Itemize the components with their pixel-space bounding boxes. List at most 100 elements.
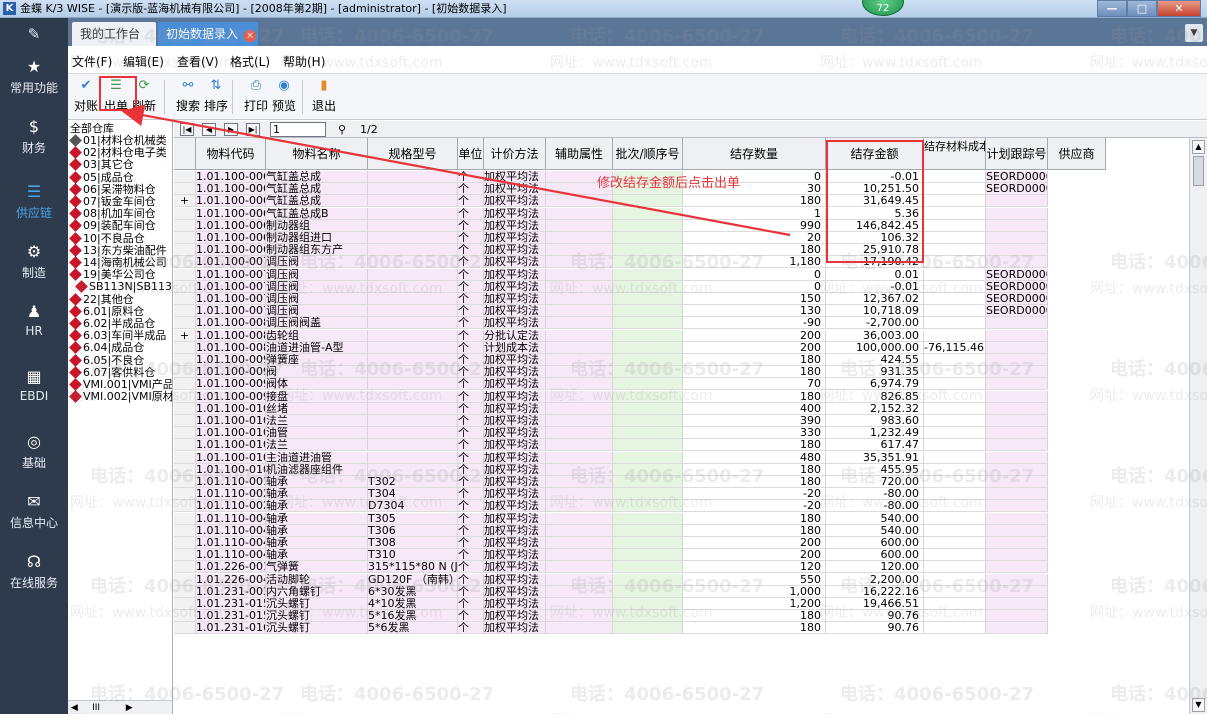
- grid-cell[interactable]: [613, 268, 683, 281]
- grid-cell[interactable]: T308: [368, 537, 458, 549]
- column-header[interactable]: 规格型号: [368, 138, 458, 170]
- grid-cell[interactable]: 沉头螺钉: [266, 610, 368, 623]
- grid-cell[interactable]: [986, 219, 1048, 232]
- grid-cell[interactable]: 1,232.49: [826, 427, 924, 440]
- grid-cell[interactable]: [613, 317, 683, 330]
- grid-cell[interactable]: -2,700.00: [826, 317, 924, 330]
- grid-cell[interactable]: 个: [458, 354, 484, 366]
- grid-cell[interactable]: [924, 378, 986, 391]
- grid-cell[interactable]: [986, 341, 1048, 354]
- grid-cell[interactable]: [368, 366, 458, 379]
- grid-cell[interactable]: 机油滤器座组件: [266, 463, 368, 476]
- grid-cell[interactable]: [546, 415, 613, 427]
- grid-cell[interactable]: 826.85: [826, 390, 924, 403]
- grid-cell[interactable]: [986, 317, 1048, 330]
- grid-cell[interactable]: 个: [458, 390, 484, 403]
- grid-cell[interactable]: [546, 573, 613, 586]
- grid-cell[interactable]: 阀: [266, 366, 368, 379]
- grid-cell[interactable]: 个: [458, 207, 484, 220]
- grid-cell[interactable]: [924, 293, 986, 305]
- grid-cell[interactable]: 制动器组: [266, 219, 368, 232]
- grid-cell[interactable]: [546, 354, 613, 366]
- grid-cell[interactable]: [613, 219, 683, 232]
- grid-cell[interactable]: [986, 232, 1048, 244]
- tree-node[interactable]: 03|其它仓: [68, 158, 134, 172]
- grid-cell[interactable]: [924, 317, 986, 330]
- grid-cell[interactable]: 10,718.09: [826, 305, 924, 318]
- nav-item-8[interactable]: ☊ 在线服务: [0, 553, 68, 613]
- nav-item-1[interactable]: $ 财务: [0, 118, 68, 178]
- grid-cell[interactable]: 5*16发黑: [368, 610, 458, 623]
- grid-cell[interactable]: 主油道进油管: [266, 451, 368, 464]
- grid-cell[interactable]: [986, 439, 1048, 452]
- grid-cell[interactable]: 0.01: [826, 268, 924, 281]
- grid-cell[interactable]: 1,000: [683, 585, 826, 598]
- grid-cell[interactable]: [924, 622, 986, 635]
- grid-cell[interactable]: [986, 451, 1048, 464]
- grid-cell[interactable]: [546, 537, 613, 549]
- grid-cell[interactable]: [546, 268, 613, 281]
- grid-cell[interactable]: [924, 402, 986, 415]
- grid-cell[interactable]: 加权平均法: [484, 171, 546, 183]
- tree-node[interactable]: SB113N|SB113: [74, 280, 172, 294]
- grid-cell[interactable]: [368, 219, 458, 232]
- grid-cell[interactable]: 气缸盖总成: [266, 183, 368, 196]
- grid-cell[interactable]: 455.95: [826, 463, 924, 476]
- grid-cell[interactable]: 200: [683, 537, 826, 549]
- grid-cell[interactable]: 内六角螺钉: [266, 585, 368, 598]
- grid-cell[interactable]: 1,200: [683, 598, 826, 610]
- tree-node[interactable]: 09|装配车间仓: [68, 219, 156, 233]
- grid-cell[interactable]: 12,367.02: [826, 293, 924, 305]
- grid-cell[interactable]: 120.00: [826, 561, 924, 574]
- grid-cell[interactable]: 个: [458, 463, 484, 476]
- grid-cell[interactable]: [368, 354, 458, 366]
- grid-cell[interactable]: 120: [683, 561, 826, 574]
- grid-cell[interactable]: 法兰: [266, 415, 368, 427]
- grid-cell[interactable]: [613, 366, 683, 379]
- grid-cell[interactable]: [546, 500, 613, 513]
- grid-cell[interactable]: 轴承: [266, 512, 368, 525]
- grid-cell[interactable]: [613, 402, 683, 415]
- grid-cell[interactable]: [546, 476, 613, 488]
- grid-cell[interactable]: [546, 610, 613, 623]
- toolbar-button-4[interactable]: ⇅ 排序: [202, 77, 230, 117]
- grid-cell[interactable]: [613, 463, 683, 476]
- grid-cell[interactable]: [546, 598, 613, 610]
- grid-cell[interactable]: 2,152.32: [826, 402, 924, 415]
- grid-cell[interactable]: [924, 549, 986, 562]
- grid-cell[interactable]: [546, 427, 613, 440]
- grid-cell[interactable]: 400: [683, 402, 826, 415]
- grid-cell[interactable]: 1: [683, 207, 826, 220]
- grid-cell[interactable]: [613, 585, 683, 598]
- grid-cell[interactable]: [613, 232, 683, 244]
- grid-cell[interactable]: 丝堵: [266, 402, 368, 415]
- grid-cell[interactable]: [613, 256, 683, 269]
- grid-cell[interactable]: 180: [683, 195, 826, 208]
- grid-cell[interactable]: [546, 402, 613, 415]
- grid-cell[interactable]: 983.60: [826, 415, 924, 427]
- nav-item-0[interactable]: ★ 常用功能: [0, 58, 68, 118]
- grid-cell[interactable]: 个: [458, 305, 484, 318]
- grid-cell[interactable]: [924, 476, 986, 488]
- grid-cell[interactable]: SEORD000029: [986, 305, 1048, 318]
- grid-cell[interactable]: 轴承: [266, 500, 368, 513]
- grid-cell[interactable]: [924, 427, 986, 440]
- grid-cell[interactable]: 加权平均法: [484, 354, 546, 366]
- grid-cell[interactable]: 36,003.00: [826, 329, 924, 342]
- grid-cell[interactable]: SEORD000016: [986, 268, 1048, 281]
- grid-cell[interactable]: 20: [683, 232, 826, 244]
- grid-cell[interactable]: 调压阀: [266, 268, 368, 281]
- grid-cell[interactable]: 个: [458, 622, 484, 635]
- nav-item-2[interactable]: ☰ 供应链: [0, 183, 68, 243]
- column-header[interactable]: 供应商: [1048, 138, 1106, 170]
- grid-cell[interactable]: [986, 366, 1048, 379]
- grid-cell[interactable]: 个: [458, 573, 484, 586]
- grid-cell[interactable]: 轴承: [266, 476, 368, 488]
- grid-cell[interactable]: [613, 427, 683, 440]
- grid-cell[interactable]: [924, 329, 986, 342]
- grid-cell[interactable]: [613, 524, 683, 537]
- tree-node[interactable]: VMI.002|VMI原材: [68, 390, 172, 404]
- scroll-up-icon[interactable]: ▲: [1192, 140, 1205, 154]
- column-header[interactable]: 单位: [458, 138, 484, 170]
- grid-cell[interactable]: 个: [458, 293, 484, 305]
